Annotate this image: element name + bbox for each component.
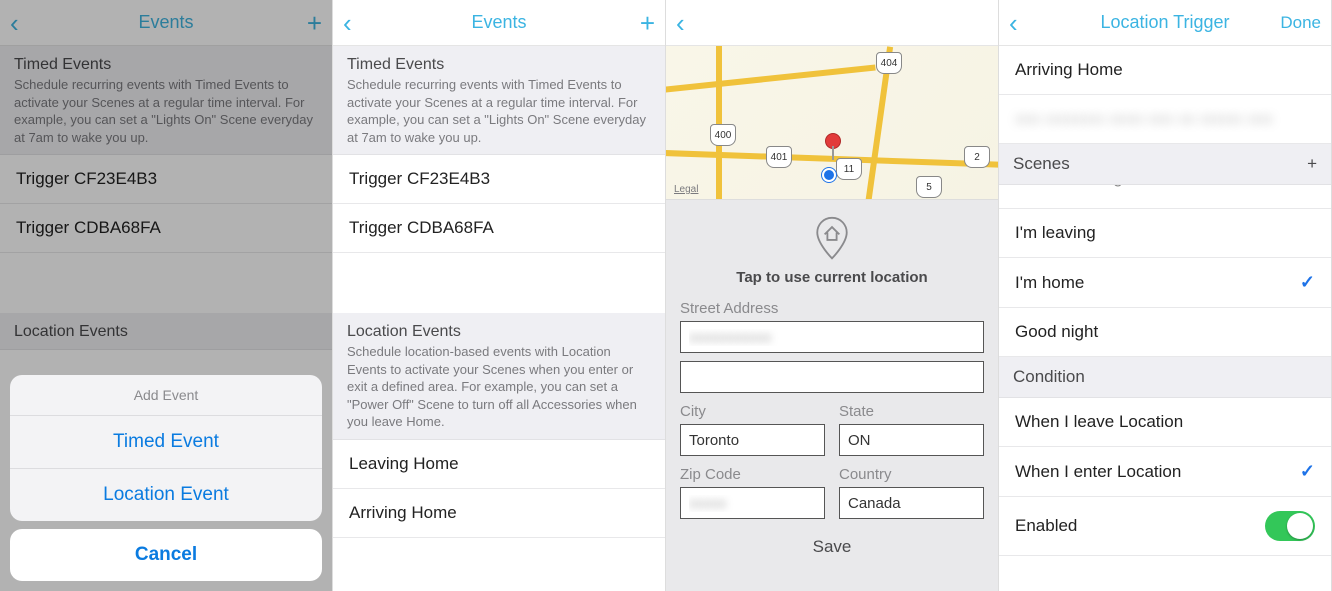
condition-label: When I leave Location xyxy=(1015,412,1183,432)
street-address-label: Street Address xyxy=(680,300,984,317)
trigger-address-row[interactable]: xxx xxxxxxx xxxx xxx xx xxxxx xxx xyxy=(999,95,1331,144)
location-trigger-row[interactable]: Leaving Home xyxy=(333,440,665,489)
zip-label: Zip Code xyxy=(680,466,825,483)
scene-label: Good night xyxy=(1015,322,1098,342)
enabled-row: Enabled xyxy=(999,497,1331,556)
highway-shield: 5 xyxy=(916,176,942,198)
country-label: Country xyxy=(839,466,984,483)
back-icon[interactable]: ‹ xyxy=(676,10,685,36)
section-description: Schedule recurring events with Timed Eve… xyxy=(347,76,651,146)
scene-label: I'm leaving xyxy=(1015,223,1096,243)
add-icon[interactable]: + xyxy=(307,10,322,36)
add-icon[interactable]: + xyxy=(640,10,655,36)
back-icon[interactable]: ‹ xyxy=(1009,10,1018,36)
condition-label: When I enter Location xyxy=(1015,462,1181,482)
section-title: Location Events xyxy=(347,323,651,341)
section-description: Schedule recurring events with Timed Eve… xyxy=(14,76,318,146)
section-title: Timed Events xyxy=(14,56,318,74)
checkmark-icon: ✓ xyxy=(1300,461,1315,482)
condition-header: Condition xyxy=(999,357,1331,398)
timed-events-section-header: Timed Events Schedule recurring events w… xyxy=(333,46,665,155)
home-pin-icon[interactable] xyxy=(680,216,984,267)
scene-label: Good morning xyxy=(1015,185,1123,188)
screen-events-with-sheet: ‹ Events + Timed Events Schedule recurri… xyxy=(0,0,333,591)
screen-location-trigger: ‹ Location Trigger Done Arriving Home xx… xyxy=(999,0,1332,591)
location-trigger-row[interactable]: Arriving Home xyxy=(333,489,665,538)
page-title: Events xyxy=(0,12,332,33)
navbar: ‹ Events + xyxy=(333,0,665,46)
navbar: ‹ Events + xyxy=(0,0,332,46)
highway-shield: 11 xyxy=(836,158,862,180)
trigger-label: Trigger CF23E4B3 xyxy=(16,169,157,189)
spacer xyxy=(333,253,665,313)
scene-row[interactable]: I'm home ✓ xyxy=(999,258,1331,308)
trigger-row[interactable]: Trigger CDBA68FA xyxy=(333,204,665,253)
action-sheet-title: Add Event xyxy=(10,375,322,416)
trigger-label: Trigger CF23E4B3 xyxy=(349,169,490,189)
condition-header-label: Condition xyxy=(1013,367,1085,387)
action-sheet-group: Add Event Timed Event Location Event xyxy=(10,375,322,521)
enabled-toggle[interactable] xyxy=(1265,511,1315,541)
zip-field[interactable] xyxy=(680,487,825,519)
spacer xyxy=(0,253,332,313)
state-field[interactable] xyxy=(839,424,984,456)
map-view[interactable]: 404 400 401 11 5 2 Legal xyxy=(666,46,998,200)
trigger-address-label: xxx xxxxxxx xxxx xxx xx xxxxx xxx xyxy=(1015,109,1273,129)
location-events-section-header: Location Events Schedule location-based … xyxy=(333,313,665,440)
section-title: Location Events xyxy=(14,323,318,341)
timed-event-button[interactable]: Timed Event xyxy=(10,416,322,469)
map-legal-link[interactable]: Legal xyxy=(674,184,698,195)
use-current-location-button[interactable]: Tap to use current location xyxy=(680,269,984,286)
scene-label: I'm home xyxy=(1015,273,1084,293)
street-address-field-2[interactable] xyxy=(680,361,984,393)
timed-events-section-header: Timed Events Schedule recurring events w… xyxy=(0,46,332,155)
screen-location-picker: ‹ 404 400 401 11 5 2 Legal Tap to use cu… xyxy=(666,0,999,591)
trigger-name-label: Arriving Home xyxy=(1015,60,1123,80)
scene-row[interactable]: Good night xyxy=(999,308,1331,357)
highway-shield: 2 xyxy=(964,146,990,168)
navbar: ‹ Location Trigger Done xyxy=(999,0,1331,46)
screen-events-list: ‹ Events + Timed Events Schedule recurri… xyxy=(333,0,666,591)
page-title: Events xyxy=(333,12,665,33)
trigger-label: Arriving Home xyxy=(349,503,457,523)
location-form: Tap to use current location Street Addre… xyxy=(666,200,998,591)
trigger-row[interactable]: Trigger CDBA68FA xyxy=(0,204,332,253)
trigger-name-row[interactable]: Arriving Home xyxy=(999,46,1331,95)
map-pin-icon xyxy=(826,134,840,148)
highway-shield: 401 xyxy=(766,146,792,168)
current-location-dot-icon xyxy=(822,168,836,182)
highway-shield: 400 xyxy=(710,124,736,146)
checkmark-icon: ✓ xyxy=(1300,272,1315,293)
location-event-button[interactable]: Location Event xyxy=(10,469,322,521)
city-field[interactable] xyxy=(680,424,825,456)
trigger-label: Trigger CDBA68FA xyxy=(349,218,494,238)
trigger-row[interactable]: Trigger CF23E4B3 xyxy=(0,155,332,204)
scene-row[interactable]: I'm leaving xyxy=(999,209,1331,258)
condition-row[interactable]: When I leave Location xyxy=(999,398,1331,447)
section-title: Timed Events xyxy=(347,56,651,74)
back-icon[interactable]: ‹ xyxy=(343,10,352,36)
scenes-header-label: Scenes xyxy=(1013,154,1070,174)
state-label: State xyxy=(839,403,984,420)
scenes-header: Scenes + xyxy=(999,144,1331,185)
done-button[interactable]: Done xyxy=(1280,13,1321,33)
add-scene-icon[interactable]: + xyxy=(1307,154,1317,174)
enabled-label: Enabled xyxy=(1015,516,1077,536)
save-button[interactable]: Save xyxy=(680,537,984,557)
condition-row[interactable]: When I enter Location ✓ xyxy=(999,447,1331,497)
city-label: City xyxy=(680,403,825,420)
street-address-field-1[interactable] xyxy=(680,321,984,353)
trigger-label: Leaving Home xyxy=(349,454,459,474)
highway-shield: 404 xyxy=(876,52,902,74)
add-event-action-sheet: Add Event Timed Event Location Event Can… xyxy=(10,375,322,581)
location-events-section-header: Location Events xyxy=(0,313,332,350)
navbar: ‹ xyxy=(666,0,998,46)
trigger-label: Trigger CDBA68FA xyxy=(16,218,161,238)
cancel-button[interactable]: Cancel xyxy=(10,529,322,581)
scene-row-partial[interactable]: Good morning xyxy=(999,185,1331,209)
back-icon[interactable]: ‹ xyxy=(10,10,19,36)
section-description: Schedule location-based events with Loca… xyxy=(347,343,651,431)
trigger-row[interactable]: Trigger CF23E4B3 xyxy=(333,155,665,204)
country-field[interactable] xyxy=(839,487,984,519)
